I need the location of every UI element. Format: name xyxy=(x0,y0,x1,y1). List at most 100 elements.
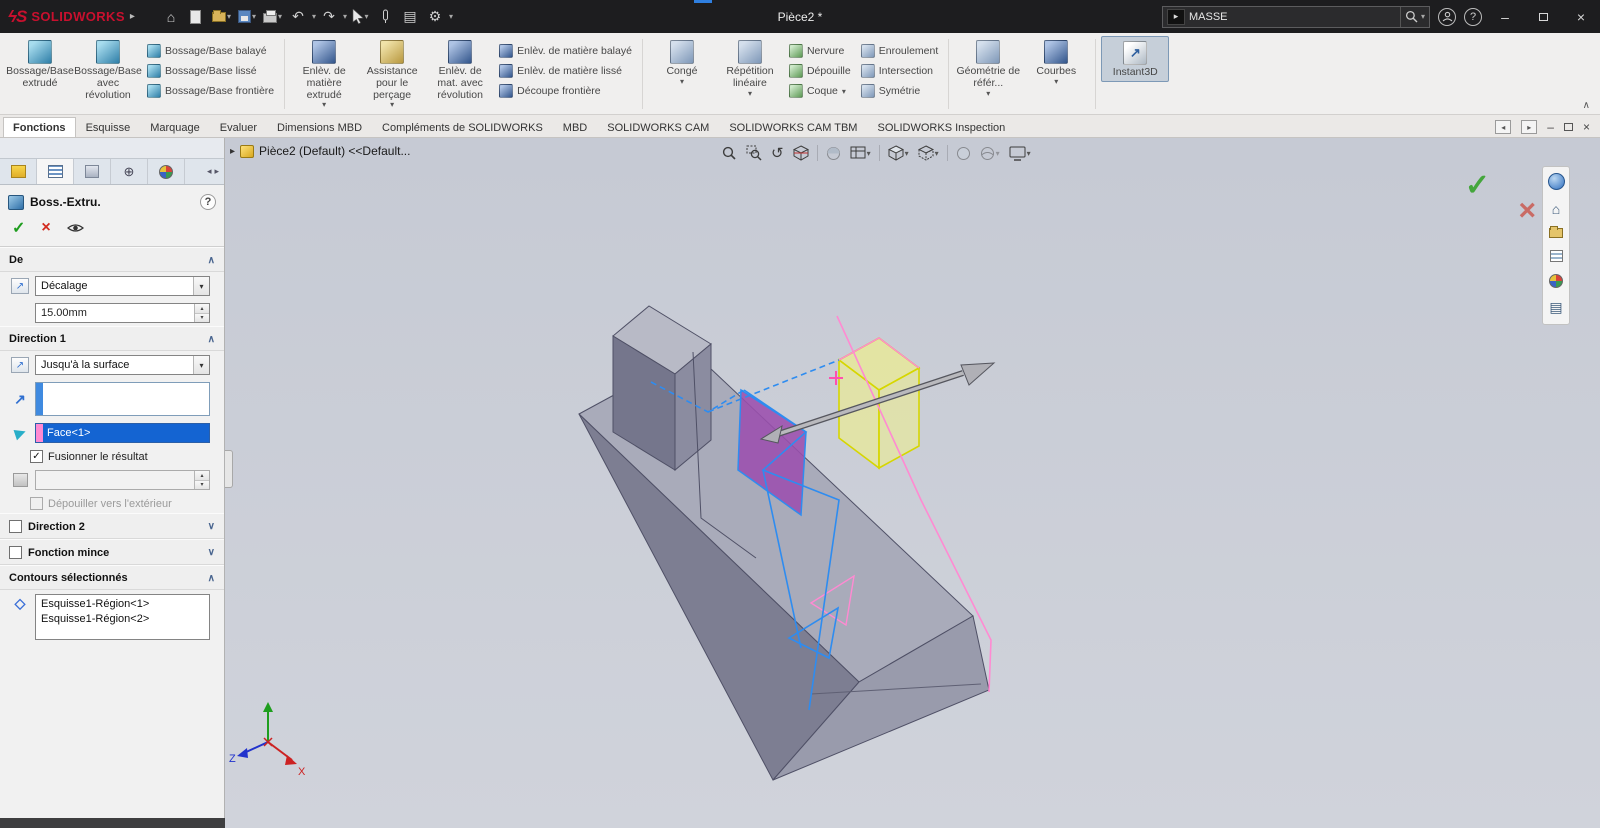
doc-minimize-icon[interactable] xyxy=(1547,120,1554,134)
draft-outward-checkbox[interactable] xyxy=(30,497,43,510)
tab-scroll-right-icon[interactable] xyxy=(214,166,219,177)
from-type-select[interactable]: Décalage xyxy=(35,276,210,296)
confirm-ok-button[interactable] xyxy=(1465,168,1490,203)
expand-icon[interactable] xyxy=(208,521,215,532)
contour-item[interactable]: Esquisse1-Région<1> xyxy=(41,597,204,612)
edit-appearance-icon[interactable] xyxy=(953,142,974,164)
collapse-icon[interactable] xyxy=(208,255,215,266)
ribbon-button-revolved-boss[interactable]: Bossage/Base avec révolution xyxy=(74,36,142,103)
previous-view-icon[interactable] xyxy=(768,142,787,164)
save-icon[interactable] xyxy=(235,4,259,30)
search-box[interactable]: MASSE xyxy=(1162,6,1430,28)
ribbon-button-swept-boss[interactable]: Bossage/Base balayé xyxy=(147,43,274,59)
breadcrumb[interactable]: Pièce2 (Default) <<Default... xyxy=(230,144,410,158)
contour-item[interactable]: Esquisse1-Région<2> xyxy=(41,612,204,627)
ribbon-button-curves[interactable]: Courbes xyxy=(1022,36,1090,89)
depth-input[interactable] xyxy=(35,470,210,490)
dropdown-caret-icon[interactable] xyxy=(935,149,939,158)
settings-caret-icon[interactable] xyxy=(449,12,453,21)
home-icon[interactable] xyxy=(159,4,183,30)
account-icon[interactable] xyxy=(1438,8,1456,26)
ribbon-button-lofted-boss[interactable]: Bossage/Base lissé xyxy=(147,63,274,79)
tab-solidworks-cam-tbm[interactable]: SOLIDWORKS CAM TBM xyxy=(719,117,867,137)
home-tab-icon[interactable] xyxy=(1552,202,1560,216)
ribbon-button-revolved-cut[interactable]: Enlèv. de mat. avec révolution xyxy=(426,36,494,103)
offset-distance-input[interactable]: 15.00mm xyxy=(35,303,210,323)
ribbon-button-wrap[interactable]: Enroulement xyxy=(861,43,939,59)
thin-feature-checkbox[interactable] xyxy=(9,546,22,559)
display-manager-tab[interactable] xyxy=(148,159,185,184)
collapse-icon[interactable] xyxy=(208,573,215,584)
hide-show-items-icon[interactable] xyxy=(847,142,874,164)
select-arrow-icon[interactable] xyxy=(193,277,209,295)
app-logo[interactable]: ϟS SOLIDWORKS xyxy=(0,7,145,27)
tab-solidworks-cam[interactable]: SOLIDWORKS CAM xyxy=(597,117,719,137)
open-caret-icon[interactable] xyxy=(227,12,231,21)
model-canvas[interactable]: X Z xyxy=(226,138,1600,828)
select-cursor-icon[interactable] xyxy=(348,4,372,30)
cancel-button[interactable] xyxy=(41,219,50,237)
section-from-header[interactable]: De xyxy=(0,247,224,272)
panel-splitter-handle[interactable] xyxy=(225,450,233,488)
spin-down-icon[interactable] xyxy=(195,481,209,490)
ribbon-button-boundary-cut[interactable]: Découpe frontière xyxy=(499,83,632,99)
select-caret-icon[interactable] xyxy=(365,12,369,21)
ribbon-button-lofted-cut[interactable]: Enlèv. de matière lissé xyxy=(499,63,632,79)
dropdown-caret-icon[interactable] xyxy=(1027,149,1031,158)
tab-solidworks-inspection[interactable]: SOLIDWORKS Inspection xyxy=(867,117,1015,137)
dropdown-caret-icon[interactable] xyxy=(390,101,394,110)
doc-restore-icon[interactable] xyxy=(1564,123,1573,131)
breadcrumb-label[interactable]: Pièce2 (Default) <<Default... xyxy=(259,144,410,158)
direction2-checkbox[interactable] xyxy=(9,520,22,533)
ribbon-button-extruded-cut[interactable]: Enlèv. de matière extrudé xyxy=(290,36,358,112)
feature-manager-tab[interactable] xyxy=(0,159,37,184)
ribbon-button-instant3d[interactable]: Instant3D xyxy=(1101,36,1169,82)
ribbon-button-rib[interactable]: Nervure xyxy=(789,43,851,59)
ribbon-button-shell[interactable]: Coque xyxy=(789,83,851,99)
tab-mbd[interactable]: MBD xyxy=(553,117,597,137)
search-input[interactable]: MASSE xyxy=(1189,11,1400,23)
help-icon[interactable] xyxy=(1464,8,1482,26)
file-explorer-icon[interactable] xyxy=(1549,228,1563,238)
save-caret-icon[interactable] xyxy=(252,12,256,21)
preview-eye-icon[interactable] xyxy=(67,222,84,234)
configuration-manager-tab[interactable] xyxy=(74,159,111,184)
dropdown-caret-icon[interactable] xyxy=(842,87,846,96)
tab-fonctions[interactable]: Fonctions xyxy=(3,117,76,137)
end-condition-select[interactable]: Jusqu'à la surface xyxy=(35,355,210,375)
section-thin-feature-header[interactable]: Fonction mince xyxy=(0,539,224,565)
print-icon[interactable] xyxy=(260,4,285,30)
confirm-cancel-button[interactable] xyxy=(1518,194,1536,228)
spinner[interactable] xyxy=(194,471,209,489)
tab-complements[interactable]: Compléments de SOLIDWORKS xyxy=(372,117,553,137)
tab-dimensions-mbd[interactable]: Dimensions MBD xyxy=(267,117,372,137)
ribbon-button-reference-geometry[interactable]: Géométrie de référ... xyxy=(954,36,1022,100)
face-reference-value[interactable]: Face<1> xyxy=(43,424,90,442)
custom-properties-icon[interactable] xyxy=(1549,300,1562,314)
ribbon-button-fillet[interactable]: Congé xyxy=(648,36,716,89)
direction-reference-value[interactable] xyxy=(43,383,47,415)
dropdown-caret-icon[interactable] xyxy=(322,101,326,110)
tab-evaluer[interactable]: Evaluer xyxy=(210,117,267,137)
dropdown-caret-icon[interactable] xyxy=(986,90,990,99)
section-selected-contours-header[interactable]: Contours sélectionnés xyxy=(0,565,224,590)
property-manager-tab[interactable] xyxy=(37,159,74,184)
dropdown-caret-icon[interactable] xyxy=(1054,78,1058,87)
settings-gear-icon[interactable] xyxy=(423,4,447,30)
help-icon[interactable] xyxy=(200,194,216,210)
ribbon-button-draft[interactable]: Dépouille xyxy=(789,63,851,79)
spin-up-icon[interactable] xyxy=(195,471,209,481)
section-direction2-header[interactable]: Direction 2 xyxy=(0,513,224,539)
pane-next-icon[interactable] xyxy=(1521,120,1537,134)
undo-caret-icon[interactable] xyxy=(312,12,316,21)
selected-contours-list[interactable]: Esquisse1-Région<1> Esquisse1-Région<2> xyxy=(35,594,210,640)
ribbon-collapse-icon[interactable] xyxy=(1583,100,1590,111)
view-settings-icon[interactable] xyxy=(1006,142,1034,164)
direction-reference-field[interactable] xyxy=(35,382,210,416)
collapse-icon[interactable] xyxy=(208,334,215,345)
options-grid-icon[interactable] xyxy=(398,4,422,30)
close-button[interactable] xyxy=(1566,4,1596,30)
select-arrow-icon[interactable] xyxy=(193,356,209,374)
expand-icon[interactable] xyxy=(208,547,215,558)
open-icon[interactable] xyxy=(209,4,234,30)
